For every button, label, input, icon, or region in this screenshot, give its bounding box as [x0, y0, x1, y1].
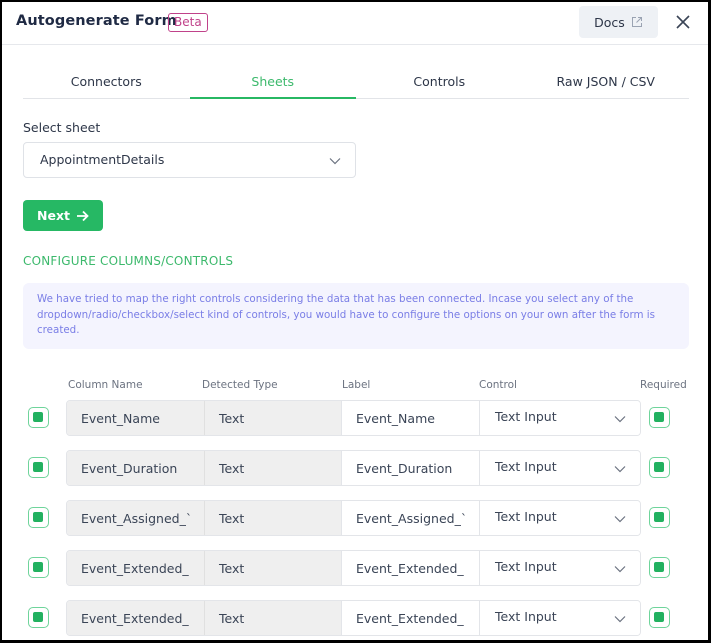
column-name-value: Event_Name [81, 411, 160, 426]
control-select[interactable]: Text Input [480, 501, 640, 535]
external-link-icon [631, 17, 642, 27]
header-column-name: Column Name [68, 379, 143, 391]
column-name-value: Event_Assigned_` [81, 511, 193, 526]
label-input[interactable]: Event_Duration [342, 451, 480, 485]
detected-type-cell: Text [205, 501, 342, 535]
control-value: Text Input [495, 609, 557, 624]
column-name-value: Event_Duration [81, 461, 178, 476]
required-checkbox[interactable] [649, 507, 670, 528]
docs-label: Docs [594, 14, 625, 30]
control-value: Text Input [495, 409, 557, 424]
detected-type-cell: Text [205, 601, 342, 635]
label-input[interactable]: Event_Name [342, 401, 480, 435]
arrow-right-icon [76, 210, 89, 221]
chevron-down-icon [614, 566, 626, 573]
detected-type-value: Text [219, 461, 245, 476]
label-value: Event_Assigned_` [356, 511, 468, 526]
detected-type-cell: Text [205, 401, 342, 435]
next-label: Next [37, 208, 70, 223]
next-button[interactable]: Next [23, 200, 103, 231]
control-select[interactable]: Text Input [480, 451, 640, 485]
include-checkbox[interactable] [28, 607, 49, 628]
include-checkbox[interactable] [28, 507, 49, 528]
include-checkbox[interactable] [28, 457, 49, 478]
include-checkbox[interactable] [28, 557, 49, 578]
control-value: Text Input [495, 509, 557, 524]
control-select[interactable]: Text Input [480, 401, 640, 435]
detected-type-value: Text [219, 511, 245, 526]
beta-badge: Beta [168, 13, 208, 32]
row-fields: Event_Duration Text Event_Duration Text … [66, 450, 641, 486]
detected-type-cell: Text [205, 551, 342, 585]
table-row: Event_Assigned_` Text Event_Assigned_` T… [2, 500, 708, 536]
required-checkbox[interactable] [649, 407, 670, 428]
chevron-down-icon [329, 158, 341, 165]
chevron-down-icon [614, 516, 626, 523]
table-row: Event_Extended_ Text Event_Extended_ Tex… [2, 600, 708, 636]
close-icon[interactable] [674, 13, 692, 31]
tab-raw-json-csv[interactable]: Raw JSON / CSV [523, 69, 690, 98]
required-checkbox[interactable] [649, 607, 670, 628]
table-row: Event_Extended_ Text Event_Extended_ Tex… [2, 550, 708, 586]
required-checkbox[interactable] [649, 457, 670, 478]
column-name-value: Event_Extended_ [81, 611, 189, 626]
column-name-cell: Event_Name [67, 401, 205, 435]
select-sheet-label: Select sheet [23, 120, 101, 135]
table-row: Event_Duration Text Event_Duration Text … [2, 450, 708, 486]
label-input[interactable]: Event_Extended_ [342, 601, 480, 635]
tab-bar: Connectors Sheets Controls Raw JSON / CS… [23, 69, 689, 99]
table-row: Event_Name Text Event_Name Text Input [2, 400, 708, 436]
control-value: Text Input [495, 559, 557, 574]
control-value: Text Input [495, 459, 557, 474]
label-value: Event_Name [356, 411, 435, 426]
autogenerate-form-modal: Autogenerate Form Beta Docs Connectors S… [2, 2, 708, 640]
detected-type-cell: Text [205, 451, 342, 485]
row-fields: Event_Assigned_` Text Event_Assigned_` T… [66, 500, 641, 536]
column-headers: Column Name Detected Type Label Control … [2, 379, 708, 395]
modal-header: Autogenerate Form Beta Docs [2, 2, 708, 45]
required-checkbox[interactable] [649, 557, 670, 578]
detected-type-value: Text [219, 411, 245, 426]
label-value: Event_Extended_ [356, 611, 464, 626]
label-value: Event_Duration [356, 461, 453, 476]
tab-connectors[interactable]: Connectors [23, 69, 190, 98]
chevron-down-icon [614, 466, 626, 473]
row-fields: Event_Extended_ Text Event_Extended_ Tex… [66, 550, 641, 586]
control-select[interactable]: Text Input [480, 551, 640, 585]
tab-controls[interactable]: Controls [356, 69, 523, 98]
header-detected-type: Detected Type [202, 379, 278, 391]
header-control: Control [479, 379, 517, 391]
label-input[interactable]: Event_Assigned_` [342, 501, 480, 535]
docs-button[interactable]: Docs [579, 6, 658, 38]
tab-sheets[interactable]: Sheets [189, 69, 357, 99]
column-name-cell: Event_Duration [67, 451, 205, 485]
row-fields: Event_Extended_ Text Event_Extended_ Tex… [66, 600, 641, 636]
modal-title: Autogenerate Form [16, 13, 177, 29]
label-value: Event_Extended_ [356, 561, 464, 576]
info-message: We have tried to map the right controls … [23, 283, 689, 349]
control-select[interactable]: Text Input [480, 601, 640, 635]
column-name-value: Event_Extended_ [81, 561, 189, 576]
row-fields: Event_Name Text Event_Name Text Input [66, 400, 641, 436]
chevron-down-icon [614, 616, 626, 623]
column-name-cell: Event_Extended_ [67, 551, 205, 585]
label-input[interactable]: Event_Extended_ [342, 551, 480, 585]
header-required: Required [640, 379, 687, 391]
header-label: Label [342, 379, 371, 391]
sheet-select[interactable]: AppointmentDetails [23, 142, 356, 178]
column-name-cell: Event_Extended_ [67, 601, 205, 635]
column-name-cell: Event_Assigned_` [67, 501, 205, 535]
sheet-select-value: AppointmentDetails [40, 152, 165, 167]
detected-type-value: Text [219, 561, 245, 576]
include-checkbox[interactable] [28, 407, 49, 428]
detected-type-value: Text [219, 611, 245, 626]
configure-section-title: CONFIGURE COLUMNS/CONTROLS [23, 254, 234, 268]
chevron-down-icon [614, 416, 626, 423]
